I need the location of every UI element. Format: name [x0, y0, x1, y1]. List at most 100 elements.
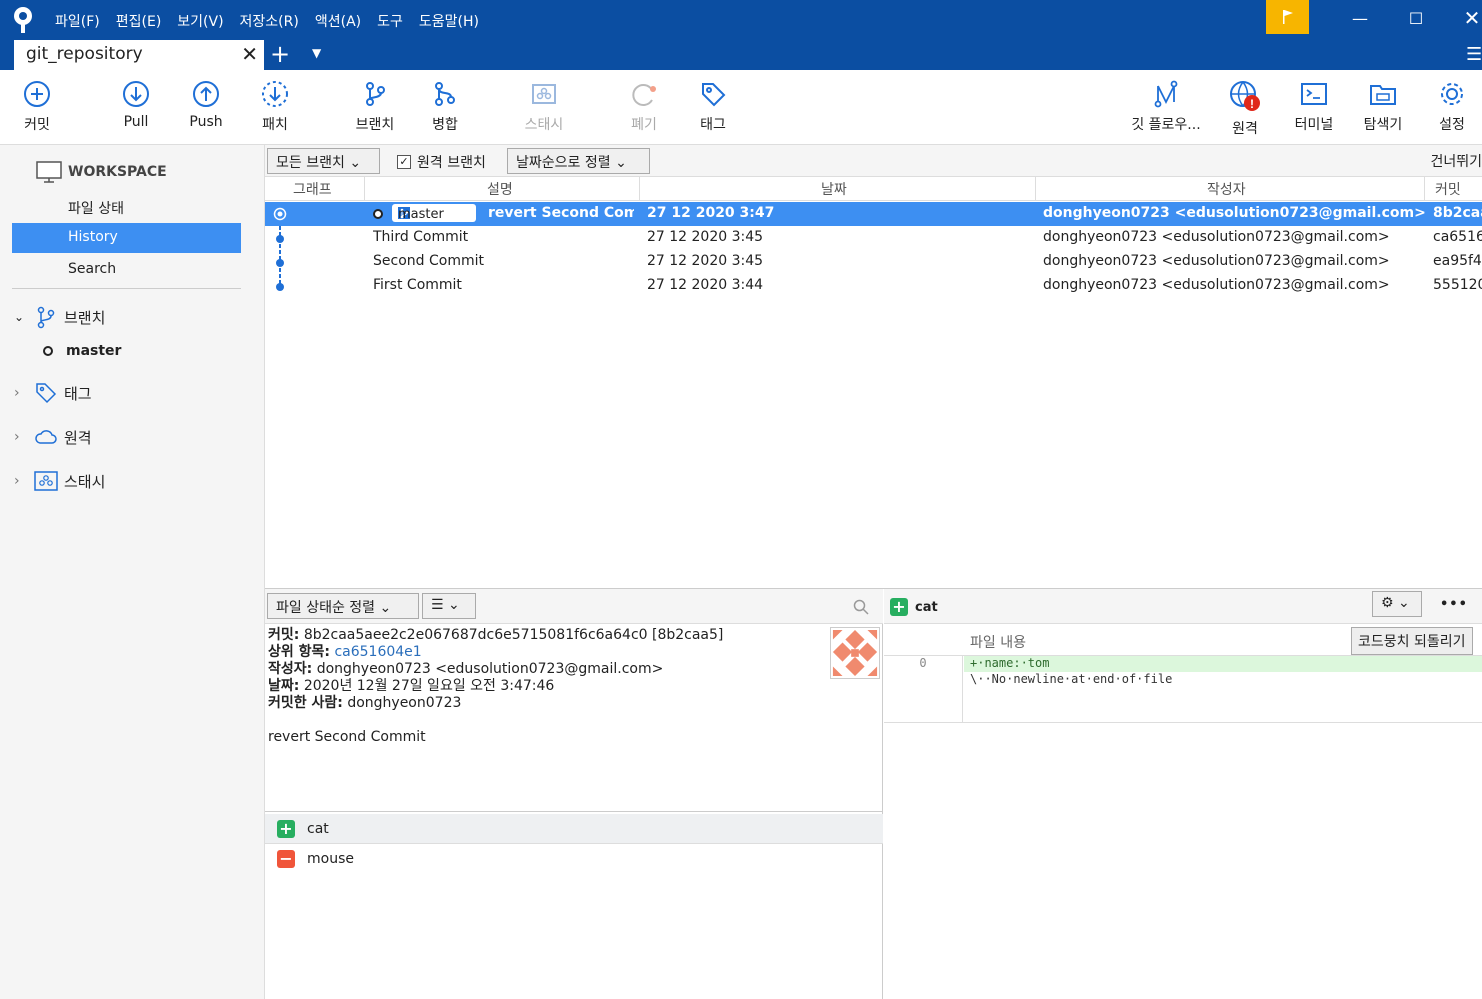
file-row-cat[interactable]: + cat [265, 814, 883, 844]
branches-section[interactable]: ⌄ 브랜치 [14, 305, 105, 329]
stash-icon [532, 84, 556, 104]
sourcetree-logo-icon [10, 5, 36, 35]
close-window-button[interactable]: ✕ [1452, 4, 1482, 32]
changed-files-list: + cat − mouse [265, 811, 883, 999]
chevron-right-icon[interactable]: › [14, 429, 28, 445]
branch-button[interactable]: 브랜치 [340, 80, 410, 134]
current-branch-icon [373, 209, 383, 219]
checkbox-checked-icon[interactable]: ✓ [397, 155, 411, 169]
tags-section[interactable]: › 태그 [14, 381, 92, 405]
more-options-icon[interactable]: ••• [1440, 597, 1468, 612]
commit-date: 27 12 2020 3:47 [647, 205, 775, 221]
remote-button[interactable]: ! 원격 [1210, 80, 1280, 138]
push-button[interactable]: Push [171, 80, 241, 130]
menu-help[interactable]: 도움말(H) [419, 11, 479, 31]
discard-button[interactable]: 폐기 [609, 80, 679, 134]
diff-file-name: cat [915, 600, 938, 615]
stash-button[interactable]: 스태시 [509, 80, 579, 134]
repo-tab[interactable]: git_repository ✕ [14, 40, 264, 70]
menu-tools[interactable]: 도구 [377, 11, 403, 31]
column-description[interactable]: 설명 [487, 179, 513, 199]
gear-icon: ⚙ [1381, 595, 1394, 611]
menu-edit[interactable]: 편집(E) [116, 11, 162, 31]
avatar [830, 627, 880, 679]
stashes-section[interactable]: › 스태시 [14, 469, 105, 493]
committer-label: 커밋한 사람: [268, 695, 343, 711]
chevron-right-icon[interactable]: › [14, 473, 28, 489]
commit-author: donghyeon0723 <edusolution0723@gmail.com… [1043, 277, 1390, 293]
file-row-mouse[interactable]: − mouse [265, 844, 883, 874]
branch-item-master[interactable]: master [42, 343, 121, 359]
pull-icon [123, 81, 149, 107]
notification-flag-button[interactable] [1266, 0, 1309, 34]
maximize-button[interactable]: ☐ [1396, 4, 1436, 32]
search-icon[interactable] [853, 599, 869, 615]
commit-hash: ca651604 [1433, 229, 1482, 245]
view-mode-dropdown[interactable]: ☰ ⌄ [422, 593, 476, 619]
diff-line-added: +·name:·tom [964, 656, 1482, 672]
hunk-body: 0 +·name:·tom \··No·newline·at·end·of·fi… [884, 656, 1482, 723]
tag-button[interactable]: 태그 [678, 80, 748, 134]
push-icon [193, 81, 219, 107]
fetch-icon [262, 81, 288, 107]
column-date[interactable]: 날짜 [821, 179, 847, 199]
git-flow-label: 깃 플로우... [1131, 117, 1201, 133]
commit-row[interactable]: Second Commit 27 12 2020 3:45 donghyeon0… [265, 250, 1482, 274]
tag-label: 태그 [700, 117, 726, 133]
skip-label[interactable]: 건너뛰기 [1430, 151, 1482, 171]
sidebar-item-file-status[interactable]: 파일 상태 [12, 192, 241, 222]
sort-order-dropdown[interactable]: 날짜순으로 정렬 ⌄ [507, 148, 650, 174]
close-tab-icon[interactable]: ✕ [241, 42, 258, 66]
menu-view[interactable]: 보기(V) [177, 11, 223, 31]
new-tab-button[interactable]: + [270, 40, 290, 68]
commit-author: donghyeon0723 <edusolution0723@gmail.com… [1043, 205, 1426, 221]
column-graph[interactable]: 그래프 [293, 179, 332, 199]
chevron-down-icon[interactable]: ⌄ [14, 310, 28, 324]
sidebar-item-history[interactable]: History [12, 223, 241, 253]
sidebar-item-search[interactable]: Search [12, 255, 241, 285]
commit-icon [24, 81, 50, 107]
branch-label: 브랜치 [355, 117, 395, 133]
file-name: mouse [307, 851, 354, 867]
remotes-section[interactable]: › 원격 [14, 425, 92, 449]
commit-node-icon [276, 235, 284, 243]
diff-options-dropdown[interactable]: ⚙ ⌄ [1372, 591, 1422, 617]
history-filter-bar: 모든 브랜치 ⌄ ✓ 원격 브랜치 날짜순으로 정렬 ⌄ 건너뛰기 [265, 145, 1482, 177]
remote-branches-checkbox[interactable]: ✓ 원격 브랜치 [397, 152, 486, 172]
file-added-icon: + [890, 598, 908, 616]
settings-button[interactable]: 설정 [1417, 80, 1482, 134]
commit-date: 27 12 2020 3:45 [647, 229, 764, 245]
discard-label: 폐기 [631, 117, 657, 133]
commit-button[interactable]: 커밋 [2, 80, 72, 134]
fetch-button[interactable]: 패치 [240, 80, 310, 134]
commit-metadata: 커밋: 8b2caa5aee2c2e067687dc6e5715081f6c6a… [268, 627, 723, 746]
terminal-button[interactable]: 터미널 [1279, 80, 1349, 134]
parent-commit-link[interactable]: ca651604e1 [334, 644, 421, 660]
file-sort-dropdown[interactable]: 파일 상태순 정렬 ⌄ [267, 593, 419, 619]
workspace-label: WORKSPACE [68, 164, 167, 180]
merge-button[interactable]: 병합 [410, 80, 480, 134]
git-flow-button[interactable]: 깃 플로우... [1126, 80, 1206, 134]
tab-dropdown-icon[interactable]: ▼ [312, 46, 321, 60]
revert-hunk-button[interactable]: 코드뭉치 되돌리기 [1351, 627, 1473, 655]
hamburger-menu-icon[interactable]: ☰ [1466, 44, 1482, 65]
settings-label: 설정 [1439, 117, 1465, 133]
menu-actions[interactable]: 액션(A) [315, 11, 361, 31]
file-removed-icon: − [277, 850, 295, 868]
chevron-right-icon[interactable]: › [14, 385, 28, 401]
stashes-label: 스태시 [64, 472, 106, 491]
pull-button[interactable]: Pull [101, 80, 171, 130]
menu-repository[interactable]: 저장소(R) [240, 11, 299, 31]
minimize-button[interactable]: — [1340, 4, 1380, 32]
commit-row[interactable]: master revert Second Commit 27 12 2020 3… [265, 202, 1482, 226]
stash-icon [34, 471, 58, 491]
column-author[interactable]: 작성자 [1207, 179, 1246, 199]
explorer-button[interactable]: 탐색기 [1348, 80, 1418, 134]
commit-row[interactable]: Third Commit 27 12 2020 3:45 donghyeon07… [265, 226, 1482, 250]
workspace-header: WORKSPACE [36, 161, 167, 183]
menu-file[interactable]: 파일(F) [55, 11, 100, 31]
discard-icon [632, 84, 656, 106]
column-commit[interactable]: 커밋 [1435, 179, 1461, 199]
commit-row[interactable]: First Commit 27 12 2020 3:44 donghyeon07… [265, 274, 1482, 298]
branch-filter-dropdown[interactable]: 모든 브랜치 ⌄ [267, 148, 380, 174]
